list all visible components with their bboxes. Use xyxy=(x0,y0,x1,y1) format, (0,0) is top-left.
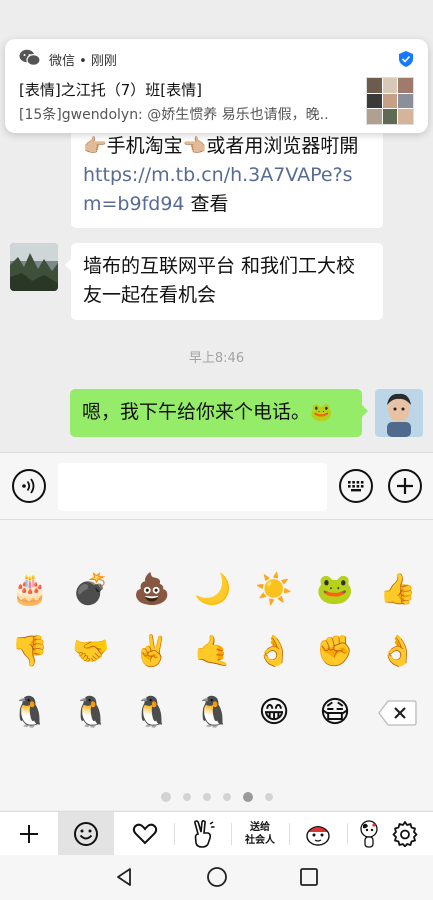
toolbar-sticker-pack-tab[interactable]: 送给 社会人 xyxy=(236,812,284,856)
voice-icon xyxy=(22,478,35,494)
penguin-emoji[interactable]: 🐧 xyxy=(132,693,172,733)
back-triangle-icon xyxy=(117,868,131,886)
message-bubble[interactable]: 墙布的互联网平台 和我们工大校友一起在看机会 xyxy=(65,243,383,320)
sticker-toolbar: 送给 社会人 xyxy=(0,811,433,856)
verified-badge-icon xyxy=(399,51,413,71)
backspace-button[interactable] xyxy=(378,693,418,733)
grin-emoji[interactable]: 😁 xyxy=(254,693,294,733)
chat-area[interactable]: 👉🏼手机淘宝👈🏼或者用浏览器咑開 https://m.tb.cn/h.3A7VA… xyxy=(0,0,433,452)
page-indicator xyxy=(0,790,433,804)
message-text: 嗯，我下午给你来个电话。 xyxy=(82,401,311,423)
notification-app-name: 微信 • 刚刚 xyxy=(49,54,117,69)
toolbar-settings-button[interactable] xyxy=(386,812,424,856)
page-dot[interactable] xyxy=(222,793,231,801)
message-text: 👉🏼手机淘宝👈🏼或者用浏览器咑開 xyxy=(83,135,359,157)
group-avatar-thumbnail xyxy=(366,77,414,125)
sticker-pack-label: 送给 社会人 xyxy=(245,822,275,846)
page-dot[interactable] xyxy=(242,792,253,802)
poop-emoji[interactable]: 💩 xyxy=(132,570,172,610)
system-nav-bar xyxy=(0,855,433,900)
recents-square-icon xyxy=(300,868,318,886)
toolbar-favorites-tab[interactable] xyxy=(121,812,169,856)
contact-avatar[interactable] xyxy=(10,243,58,291)
mask-emoji[interactable]: 😷 xyxy=(315,693,355,733)
keyboard-toggle-button[interactable] xyxy=(339,469,373,503)
page-dot[interactable] xyxy=(264,793,273,801)
toolbar-gesture-sticker-tab[interactable] xyxy=(180,812,226,856)
message-input[interactable] xyxy=(58,463,327,511)
message-suffix: 查看 xyxy=(184,193,229,215)
self-message-bubble[interactable]: 嗯，我下午给你来个电话。🐸 xyxy=(70,389,368,437)
penguin-emoji[interactable]: 🐧 xyxy=(10,693,50,733)
notification-title: [表情]之江托（7）班[表情] xyxy=(19,81,202,99)
toolbar-separator xyxy=(289,823,290,845)
penguin-emoji[interactable]: 🐧 xyxy=(71,693,111,733)
frog-emoji[interactable]: 🐸 xyxy=(315,570,355,610)
page-dot[interactable] xyxy=(160,792,171,802)
page-dot[interactable] xyxy=(202,793,211,801)
self-avatar-photo xyxy=(375,389,423,437)
notification-banner[interactable]: 微信 • 刚刚 [表情]之江托（7）班[表情] [15条]gwendolyn: … xyxy=(5,39,428,133)
nav-back-button[interactable] xyxy=(111,864,137,890)
toolbar-penguin-sticker-tab[interactable] xyxy=(294,812,342,856)
emoji-panel: 🎂 💣 💩 🌙 ☀️ 🐸 👍 👎 🤝 ✌️ 🤙 👌 ✊ 👌 🐧 🐧 🐧 🐧 😁 😷 xyxy=(0,520,433,810)
sun-emoji[interactable]: ☀️ xyxy=(254,570,294,610)
input-bar xyxy=(0,452,433,520)
plus-icon xyxy=(397,478,413,494)
more-functions-button[interactable] xyxy=(388,469,422,503)
wechat-icon xyxy=(19,48,41,72)
gear-icon xyxy=(392,821,418,847)
nav-recents-button[interactable] xyxy=(296,864,322,890)
fist-emoji[interactable]: ✊ xyxy=(315,632,355,672)
nav-home-button[interactable] xyxy=(204,864,230,890)
avatar-photo xyxy=(10,243,58,291)
ok-hand-emoji[interactable]: 👌 xyxy=(254,632,294,672)
voice-button[interactable] xyxy=(12,469,46,503)
smiley-icon xyxy=(74,822,98,846)
keyboard-icon xyxy=(348,481,364,492)
timestamp: 早上8:46 xyxy=(188,351,245,366)
handshake-emoji[interactable]: 🤝 xyxy=(71,632,111,672)
victory-emoji[interactable]: ✌️ xyxy=(132,632,172,672)
toolbar-add-button[interactable] xyxy=(8,812,50,856)
home-circle-icon xyxy=(207,867,227,887)
victory-hand-icon xyxy=(194,820,215,848)
penguin-sticker-icon xyxy=(306,826,330,846)
fist-gesture-emoji[interactable]: 🤙 xyxy=(193,632,233,672)
bomb-emoji[interactable]: 💣 xyxy=(71,570,111,610)
cow-sticker-icon xyxy=(360,820,378,848)
frog-emoji: 🐸 xyxy=(310,402,333,423)
toolbar-separator xyxy=(231,823,232,845)
moon-emoji[interactable]: 🌙 xyxy=(193,570,233,610)
plus-icon xyxy=(20,825,38,843)
notification-body: [15条]gwendolyn: @娇生惯养 易乐也请假，晚.. xyxy=(19,107,329,123)
thumbs-up-emoji[interactable]: 👍 xyxy=(378,570,418,610)
backspace-icon xyxy=(378,700,417,726)
birthday-cake-emoji[interactable]: 🎂 xyxy=(10,570,50,610)
page-dot[interactable] xyxy=(182,793,191,801)
toolbar-separator xyxy=(174,823,175,845)
toolbar-separator xyxy=(347,823,348,845)
ok-sign-emoji[interactable]: 👌 xyxy=(378,632,418,672)
toolbar-cow-sticker-tab[interactable] xyxy=(351,812,387,856)
heart-icon xyxy=(132,823,158,845)
toolbar-emoji-tab[interactable] xyxy=(58,812,114,856)
message-text: 墙布的互联网平台 和我们工大校友一起在看机会 xyxy=(83,255,356,306)
thumbs-down-emoji[interactable]: 👎 xyxy=(10,632,50,672)
penguin-emoji[interactable]: 🐧 xyxy=(193,693,233,733)
self-avatar[interactable] xyxy=(375,389,423,437)
